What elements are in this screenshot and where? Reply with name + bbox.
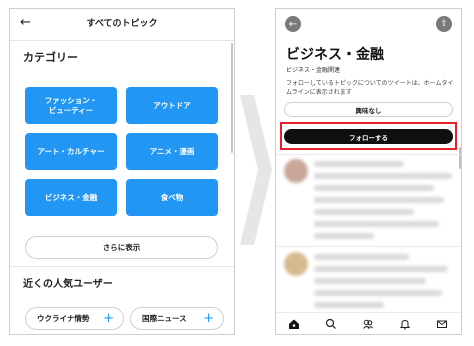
bottom-navigation: [276, 312, 461, 334]
blurred-text: [314, 209, 414, 215]
next-step-arrow-icon: [240, 95, 272, 245]
not-interested-button[interactable]: 興味なし: [284, 102, 453, 117]
blurred-text: [314, 302, 384, 308]
topic-subtitle: ビジネス・金融関連: [286, 67, 341, 74]
blurred-text: [314, 266, 448, 272]
chip-label: ウクライナ情勢: [37, 314, 90, 323]
blurred-text: [314, 254, 409, 260]
category-tile-fashion[interactable]: ファッション・ ビューティー: [25, 87, 117, 124]
plus-icon[interactable]: +: [203, 311, 214, 326]
avatar: [284, 159, 308, 183]
topic-title: ビジネス・金融: [286, 47, 384, 63]
search-icon[interactable]: [324, 317, 338, 331]
category-tile-business[interactable]: ビジネス・金融: [25, 179, 117, 216]
back-arrow-icon[interactable]: ←: [285, 16, 301, 32]
divider: [276, 246, 461, 247]
tutorial-composite: ← すべてのトピック カテゴリー ファッション・ ビューティー アウトドア アー…: [0, 0, 474, 346]
all-topics-screen: ← すべてのトピック カテゴリー ファッション・ ビューティー アウトドア アー…: [9, 8, 235, 335]
blurred-text: [314, 173, 452, 179]
blurred-text: [314, 221, 439, 227]
show-more-button[interactable]: さらに表示: [25, 236, 218, 259]
blurred-text: [314, 233, 374, 239]
category-tile-anime[interactable]: アニメ・漫画: [126, 133, 218, 170]
category-tile-art[interactable]: アート・カルチャー: [25, 133, 117, 170]
popular-users-heading: 近くの人気ユーザー: [23, 279, 113, 290]
scrollbar[interactable]: [231, 43, 233, 153]
divider: [10, 40, 234, 41]
categories-heading: カテゴリー: [23, 51, 78, 64]
home-icon[interactable]: [287, 317, 301, 331]
blurred-text: [314, 278, 426, 284]
divider: [276, 154, 461, 155]
category-tile-outdoor[interactable]: アウトドア: [126, 87, 218, 124]
chip-label: 国際ニュース: [142, 314, 187, 323]
scrollbar[interactable]: [459, 147, 461, 169]
follow-button[interactable]: フォローする: [284, 129, 453, 144]
communities-icon[interactable]: [361, 317, 375, 331]
avatar: [284, 252, 308, 276]
messages-icon[interactable]: [435, 317, 449, 331]
blurred-text: [314, 290, 442, 296]
topic-chip-ukraine[interactable]: ウクライナ情勢 +: [25, 307, 124, 330]
topic-detail-screen: ← ⇧ ビジネス・金融 ビジネス・金融関連 フォローしているトピックについてのツ…: [275, 8, 462, 335]
divider: [10, 266, 234, 267]
blurred-text: [314, 185, 434, 191]
plus-icon[interactable]: +: [103, 311, 114, 326]
topic-chip-world-news[interactable]: 国際ニュース +: [130, 307, 224, 330]
topics-header: ← すべてのトピック: [10, 9, 234, 37]
topic-description: フォローしているトピックについてのツイートは、ホームタイムラインに表示されます: [286, 80, 454, 96]
blurred-text: [314, 161, 404, 167]
share-icon[interactable]: ⇧: [436, 16, 452, 32]
category-tile-food[interactable]: 食べ物: [126, 179, 218, 216]
notifications-icon[interactable]: [398, 317, 412, 331]
blurred-text: [314, 197, 444, 203]
page-title: すべてのトピック: [86, 19, 158, 29]
